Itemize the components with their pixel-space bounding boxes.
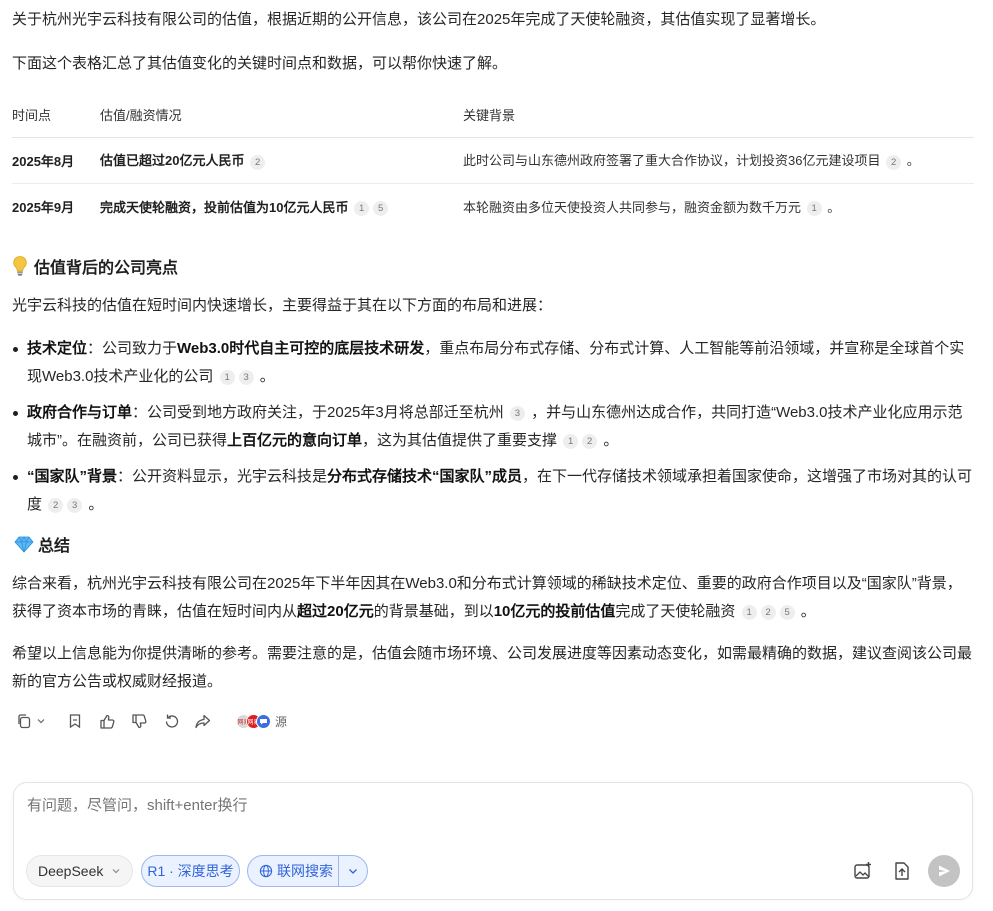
sentence-end: 。 [906, 153, 920, 169]
copy-button[interactable] [16, 713, 46, 729]
bookmark-button[interactable] [66, 710, 84, 732]
regenerate-button[interactable] [162, 710, 180, 732]
summary-heading: 总结 [14, 532, 70, 556]
sentence-end: 。 [827, 199, 841, 215]
send-icon [939, 865, 950, 877]
message-input[interactable] [27, 797, 927, 814]
sources-label: 源 [275, 714, 288, 729]
citation-badge[interactable]: 1 [806, 200, 822, 216]
bullet-bold-text: 上百亿元的意向订单 [227, 432, 363, 449]
chevron-down-icon [112, 869, 120, 874]
table-row: 2025年8月 估值已超过20亿元人民币 2 此时公司与山东德州政府签署了重大合… [12, 137, 974, 184]
highlights-lead: 光宇云科技的估值在短时间内快速增长，主要得益于其在以下方面的布局和进展： [12, 297, 553, 314]
summary-heading-text: 总结 [38, 538, 71, 555]
table-header-row: 时间点 估值/融资情况 关键背景 [12, 92, 974, 138]
summary-bold-text: 超过20亿元 [297, 603, 374, 620]
citation-badge[interactable]: 1 [354, 200, 370, 216]
list-item: “国家队”背景：公开资料显示，光宇云科技是分布式存储技术“国家队”成员，在下一代… [12, 463, 974, 519]
deep-think-label: R1 · 深度思考 [147, 863, 234, 879]
intro-paragraph-1: 关于杭州光宇云科技有限公司的估值，根据近期的公开信息，该公司在2025年完成了天… [12, 11, 826, 28]
highlights-list: 技术定位：公司致力于Web3.0时代自主可控的底层技术研发，重点布局分布式存储、… [12, 335, 974, 519]
bullet-title: 政府合作与订单 [27, 404, 133, 421]
send-button[interactable] [928, 855, 960, 887]
list-item: 技术定位：公司致力于Web3.0时代自主可控的底层技术研发，重点布局分布式存储、… [12, 335, 974, 391]
citation-badge[interactable]: 1 [219, 369, 235, 385]
citation-badge[interactable]: 2 [886, 154, 902, 170]
gem-icon [14, 536, 34, 553]
valuation-text: 完成天使轮融资，投前估值为10亿元人民币 [100, 199, 349, 215]
list-item: 政府合作与订单：公司受到地方政府关注，于2025年3月将总部迁至杭州 3 ，并与… [12, 399, 974, 455]
chat-bubble-icon [260, 718, 267, 724]
sources-button[interactable]: 网易 网易 源 [236, 713, 287, 730]
valuation-text: 估值已超过20亿元人民币 [100, 153, 245, 169]
dislike-button[interactable] [130, 710, 148, 732]
chevron-down-icon[interactable] [347, 865, 359, 877]
like-button[interactable] [98, 710, 116, 732]
deep-think-toggle[interactable]: R1 · 深度思考 [141, 855, 240, 887]
table-header-valuation: 估值/融资情况 [100, 92, 463, 138]
web-search-toggle[interactable]: 联网搜索 [247, 855, 368, 887]
table-header-time: 时间点 [12, 92, 100, 138]
citation-badge[interactable]: 2 [48, 497, 64, 513]
bullet-bold-text: Web3.0时代自主可控的底层技术研发 [177, 340, 425, 357]
image-upload-icon[interactable] [853, 861, 873, 881]
file-upload-icon[interactable] [892, 861, 912, 881]
table-cell-time: 2025年9月 [12, 199, 75, 215]
divider [338, 856, 339, 886]
citation-badge[interactable]: 3 [509, 405, 525, 421]
thumbs-down-icon [131, 713, 147, 728]
table-row: 2025年9月 完成天使轮融资，投前估值为10亿元人民币 15 本轮融资由多位天… [12, 183, 974, 229]
citation-badge[interactable]: 2 [250, 154, 266, 170]
valuation-table: 时间点 估值/融资情况 关键背景 2025年8月 估值已超过20亿元人民币 2 … [12, 92, 974, 229]
share-button[interactable] [194, 710, 212, 732]
model-selector[interactable]: DeepSeek [26, 855, 133, 887]
closing-paragraph: 希望以上信息能为你提供清晰的参考。需要注意的是，估值会随市场环境、公司发展进度等… [12, 645, 973, 690]
bullet-text: ：公司致力于 [87, 340, 178, 357]
bullet-text: ：公开资料显示，光宇云科技是 [117, 468, 328, 485]
citation-badge[interactable]: 2 [582, 433, 598, 449]
citation-badge[interactable]: 5 [373, 200, 389, 216]
thumbs-up-icon [99, 714, 115, 729]
chat-composer: DeepSeek R1 · 深度思考 联网搜索 [13, 782, 973, 900]
highlights-heading-text: 估值背后的公司亮点 [34, 260, 179, 277]
citation-badge[interactable]: 1 [741, 604, 757, 620]
bookmark-icon [69, 714, 81, 729]
lightbulb-icon [13, 256, 27, 276]
highlights-heading: 估值背后的公司亮点 [10, 254, 178, 278]
background-text: 此时公司与山东德州政府签署了重大合作协议，计划投资36亿元建设项目 [463, 153, 881, 169]
regenerate-icon [165, 714, 178, 728]
background-text: 本轮融资由多位天使投资人共同参与，融资金额为数千万元 [463, 199, 802, 215]
bullet-bold-text: 分布式存储技术“国家队”成员 [327, 468, 523, 485]
message-actions: 网易 网易 源 [16, 710, 287, 732]
bullet-title: 技术定位 [27, 340, 88, 357]
share-icon [195, 714, 211, 728]
sentence-end: 。 [88, 496, 104, 513]
chevron-down-icon [37, 719, 45, 724]
table-header-background: 关键背景 [463, 92, 974, 138]
bullet-title: “国家队”背景 [27, 468, 118, 485]
citation-badge[interactable]: 5 [779, 604, 795, 620]
sentence-end: 。 [603, 432, 619, 449]
bullet-text: ，这为其估值提供了重要支撑 [362, 432, 558, 449]
web-search-label: 联网搜索 [277, 863, 333, 879]
bullet-text: ：公司受到地方政府关注，于2025年3月将总部迁至杭州 [132, 404, 504, 421]
intro-paragraph-2: 下面这个表格汇总了其估值变化的关键时间点和数据，可以帮你快速了解。 [12, 55, 508, 72]
table-cell-background: 本轮融资由多位天使投资人共同参与，融资金额为数千万元 1 。 [463, 183, 974, 229]
citation-badge[interactable]: 2 [760, 604, 776, 620]
summary-bold-text: 10亿元的投前估值 [493, 603, 616, 620]
model-label: DeepSeek [38, 863, 104, 879]
source-avatar [256, 713, 271, 729]
citation-badge[interactable]: 3 [238, 369, 254, 385]
table-cell-time: 2025年8月 [12, 137, 100, 184]
copy-icon [18, 714, 31, 729]
sentence-end: 。 [259, 368, 275, 385]
citation-badge[interactable]: 3 [67, 497, 83, 513]
citation-badge[interactable]: 1 [563, 433, 579, 449]
table-cell-valuation: 估值已超过20亿元人民币 2 [100, 137, 463, 184]
summary-paragraph: 综合来看，杭州光宇云科技有限公司在2025年下半年因其在Web3.0和分布式计算… [12, 575, 962, 620]
table-cell-valuation: 完成天使轮融资，投前估值为10亿元人民币 15 [100, 183, 463, 229]
table-cell-background: 此时公司与山东德州政府签署了重大合作协议，计划投资36亿元建设项目 2 。 [463, 137, 974, 184]
globe-icon [259, 864, 273, 878]
